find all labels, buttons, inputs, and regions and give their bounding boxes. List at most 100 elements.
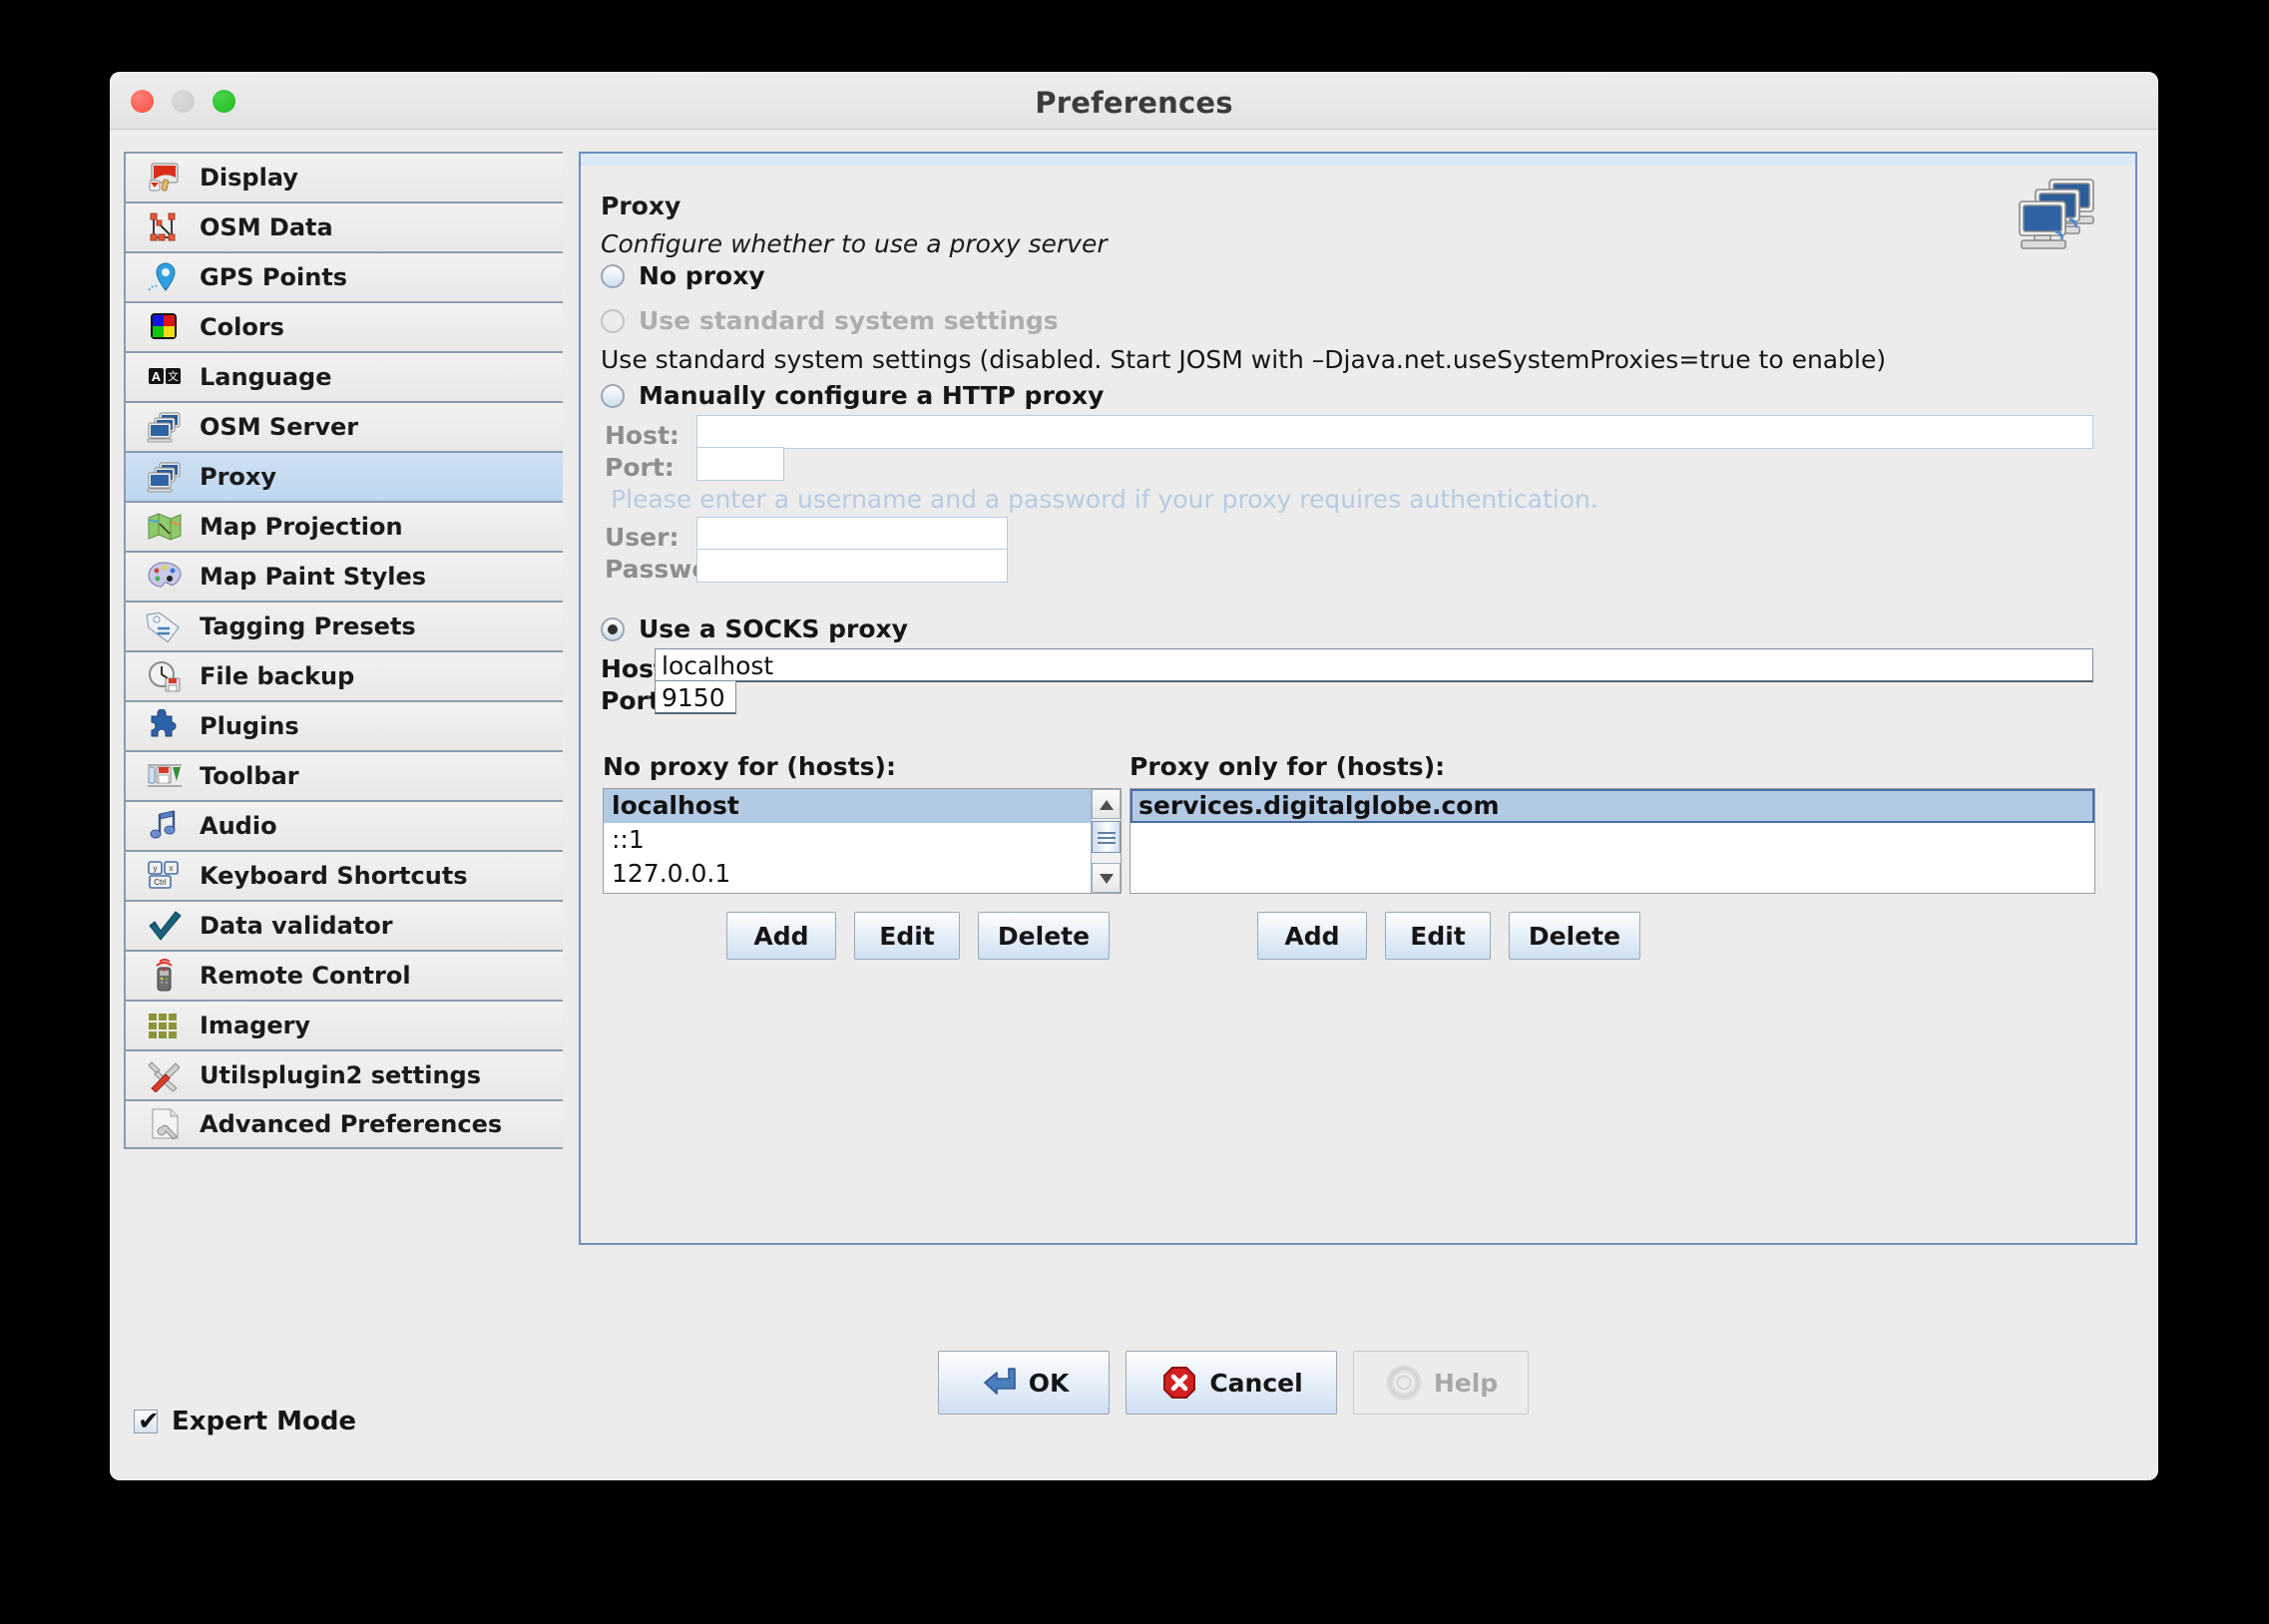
no-proxy-for-list[interactable]: localhost::1 127.0.0.1 (603, 788, 1122, 894)
panel-subtitle: Configure whether to use a proxy server (601, 229, 1108, 258)
http-proxy-label: Manually configure a HTTP proxy (639, 381, 1105, 410)
osm-server-icon (147, 412, 181, 443)
plugins-icon (151, 708, 177, 737)
sidebar-item-label: Language (200, 363, 332, 391)
http-password-input[interactable] (696, 549, 1008, 583)
advanced-preferences-icon (146, 1107, 184, 1141)
http-proxy-radio[interactable] (601, 383, 625, 408)
sidebar-item-toolbar[interactable]: Toolbar (124, 750, 563, 800)
socks-port-input[interactable]: 9150 (655, 680, 736, 714)
sidebar-item-map-projection[interactable]: Map Projection (124, 501, 563, 551)
sidebar-item-label: Keyboard Shortcuts (200, 862, 468, 890)
cancel-octagon-icon (1163, 1367, 1196, 1399)
toolbar-icon (148, 764, 182, 787)
sidebar-item-osm-server[interactable]: OSM Server (124, 401, 563, 451)
sidebar-item-label: Advanced Preferences (200, 1110, 503, 1138)
proxy-servers-icon (2019, 179, 2094, 249)
list-item[interactable]: ::1 (604, 823, 1121, 857)
expert-mode-checkbox[interactable]: ✔ Expert Mode (134, 1407, 356, 1436)
help-label: Help (1433, 1368, 1499, 1398)
system-settings-radio (601, 308, 625, 333)
sidebar-item-gps-points[interactable]: GPS Points (124, 251, 563, 301)
sidebar-item-advanced-preferences[interactable]: Advanced Preferences (124, 1099, 563, 1149)
data-validator-icon (146, 909, 184, 943)
sidebar-item-label: Proxy (200, 463, 277, 491)
data-validator-icon (149, 911, 182, 941)
map-projection-icon (148, 513, 182, 541)
cancel-button[interactable]: Cancel (1126, 1351, 1337, 1415)
svg-text:y: y (154, 864, 158, 873)
sidebar-item-label: OSM Server (200, 413, 359, 441)
scrollbar-thumb[interactable] (1092, 821, 1121, 853)
option-socks-proxy[interactable]: Use a SOCKS proxy (601, 614, 908, 643)
sidebar-item-label: Colors (200, 313, 284, 341)
sidebar-item-keyboard-shortcuts[interactable]: y x Ctrl Keyboard Shortcuts (124, 850, 563, 900)
sidebar-item-label: Remote Control (200, 962, 411, 990)
no-proxy-radio[interactable] (601, 263, 625, 288)
list-item[interactable]: services.digitalglobe.com (1131, 789, 2094, 823)
http-user-input[interactable] (696, 517, 1008, 551)
socks-proxy-radio[interactable] (601, 616, 625, 641)
http-host-input[interactable] (696, 415, 2093, 449)
option-no-proxy[interactable]: No proxy (601, 261, 765, 290)
sidebar-item-plugins[interactable]: Plugins (124, 700, 563, 750)
http-host-label: Host: (605, 421, 680, 450)
imagery-icon (149, 1014, 177, 1038)
option-http-proxy[interactable]: Manually configure a HTTP proxy (601, 381, 1104, 410)
sidebar-item-colors[interactable]: Colors (124, 301, 563, 351)
sidebar-item-audio[interactable]: Audio (124, 800, 563, 850)
sidebar-item-file-backup[interactable]: File backup (124, 650, 563, 700)
proxy-only-for-list[interactable]: services.digitalglobe.com (1130, 788, 2095, 894)
keyboard-shortcuts-icon: y xCtrl (146, 859, 184, 893)
enter-arrow-icon (983, 1368, 1016, 1395)
list-item[interactable]: 127.0.0.1 (604, 857, 1121, 891)
proxy-icon (147, 462, 181, 493)
help-button: Help (1353, 1351, 1529, 1415)
keyboard-shortcuts-icon: y xCtrl (148, 861, 179, 889)
sidebar-item-label: Imagery (200, 1012, 311, 1039)
window-body: Display OSM Data GPS Points Colors A 文 Languag… (110, 130, 2158, 1480)
svg-text:A: A (152, 369, 162, 384)
proxy-only-edit-button[interactable]: Edit (1385, 912, 1491, 960)
sidebar-item-tagging-presets[interactable]: Tagging Presets (124, 601, 563, 650)
no-proxy-delete-button[interactable]: Delete (978, 912, 1110, 960)
expert-mode-box[interactable]: ✔ (134, 1407, 160, 1436)
sidebar-item-language[interactable]: A 文 Language (124, 351, 563, 401)
socks-host-input[interactable]: localhost (655, 648, 2093, 682)
colors-icon (151, 313, 177, 339)
no-proxy-edit-button[interactable]: Edit (854, 912, 960, 960)
sidebar-item-remote-control[interactable]: Remote Control (124, 950, 563, 1000)
remote-control-icon (156, 959, 173, 992)
scroll-down-icon[interactable] (1092, 863, 1121, 893)
scroll-up-icon[interactable] (1092, 789, 1121, 819)
list-item[interactable]: localhost (604, 789, 1121, 823)
tagging-presets-icon (146, 611, 180, 643)
svg-text:x: x (170, 864, 174, 873)
sidebar-item-data-validator[interactable]: Data validator (124, 900, 563, 950)
sidebar-item-osm-data[interactable]: OSM Data (124, 202, 563, 251)
ok-button[interactable]: OK (938, 1351, 1110, 1415)
proxy-only-add-button[interactable]: Add (1257, 912, 1367, 960)
imagery-icon (146, 1009, 184, 1042)
http-auth-hint: Please enter a username and a password i… (611, 485, 1598, 514)
sidebar-item-display[interactable]: Display (124, 152, 563, 202)
colors-icon (146, 310, 184, 344)
sidebar-item-imagery[interactable]: Imagery (124, 1000, 563, 1049)
sidebar-item-label: GPS Points (200, 263, 348, 291)
no-proxy-for-title: No proxy for (hosts): (603, 752, 896, 781)
sidebar-item-map-paint-styles[interactable]: Map Paint Styles (124, 551, 563, 601)
option-system-settings: Use standard system settings (601, 306, 1059, 335)
sidebar-item-utilsplugin2-settings[interactable]: Utilsplugin2 settings (124, 1049, 563, 1099)
sidebar-item-label: Toolbar (200, 762, 299, 790)
sidebar-item-label: Audio (200, 812, 277, 840)
map-paint-styles-icon (148, 562, 182, 588)
sidebar-item-proxy[interactable]: Proxy (124, 451, 563, 501)
no-proxy-add-button[interactable]: Add (726, 912, 836, 960)
proxy-only-delete-button[interactable]: Delete (1509, 912, 1640, 960)
no-proxy-for-scrollbar[interactable] (1091, 789, 1121, 893)
osm-data-icon (146, 210, 184, 244)
http-port-label: Port: (605, 453, 675, 482)
system-settings-label: Use standard system settings (639, 306, 1059, 335)
map-paint-styles-icon (146, 560, 184, 594)
http-port-input[interactable] (696, 447, 784, 481)
